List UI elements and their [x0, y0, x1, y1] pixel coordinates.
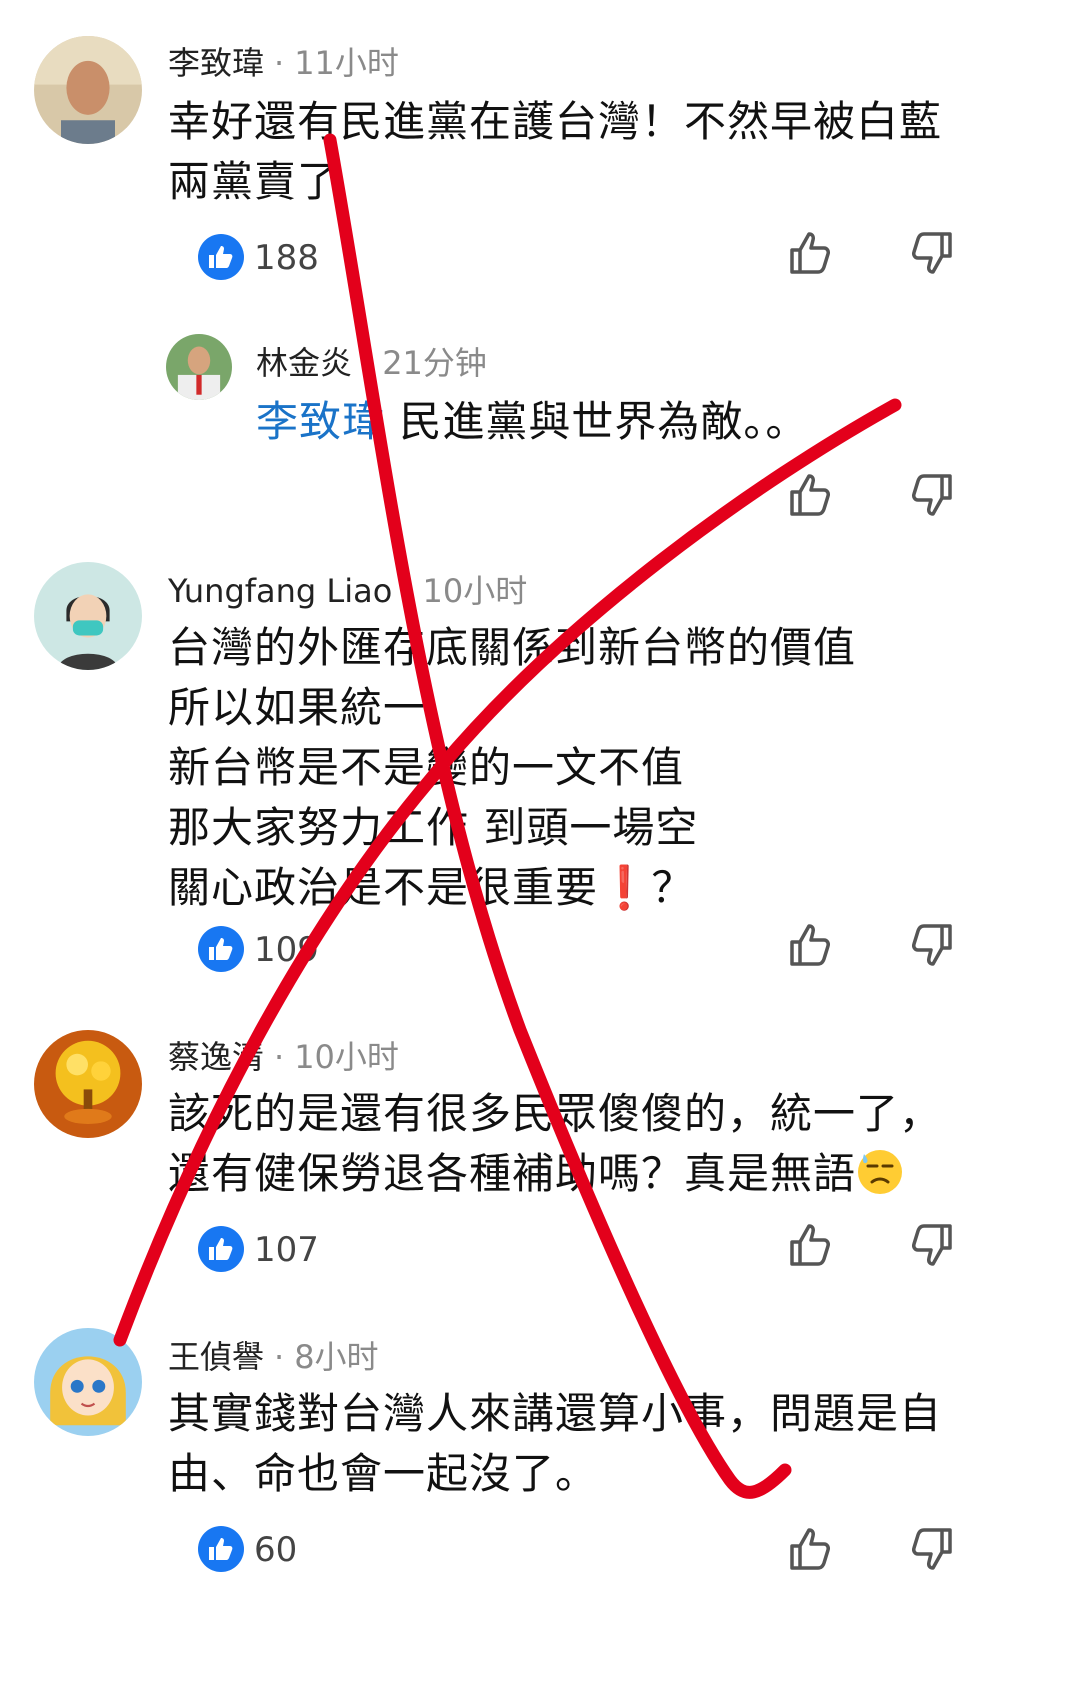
comment-line: 新台幣是不是變的一文不值: [168, 743, 685, 792]
mention-link[interactable]: 李致瑋: [256, 397, 385, 446]
comment-time: 8小时: [294, 1338, 379, 1376]
comment-meta: 李致瑋 · 11小时: [168, 44, 399, 82]
like-count: 60: [254, 1530, 298, 1570]
author-name[interactable]: Yungfang Liao: [168, 572, 392, 610]
red-exclamation-icon: ❗: [598, 863, 652, 912]
thumbs-up-badge-icon: [198, 234, 244, 280]
thumbs-up-outline-icon[interactable]: [786, 228, 836, 278]
avatar[interactable]: [34, 1328, 142, 1436]
thumbs-up-outline-icon[interactable]: [786, 1220, 836, 1270]
thumbs-up-outline-icon[interactable]: [786, 920, 836, 970]
comment-line-end: ？: [651, 863, 695, 912]
thumbs-down-outline-icon[interactable]: [906, 228, 956, 278]
comment-time: 21分钟: [382, 344, 487, 382]
comment-meta: 林金炎 · 21分钟: [256, 344, 487, 382]
comment-body: 李致瑋 民進黨與世界為敵。。: [256, 392, 808, 452]
avatar[interactable]: [34, 1030, 142, 1138]
avatar[interactable]: [34, 36, 142, 144]
comment-time: 10小时: [294, 1038, 399, 1076]
thumbs-down-outline-icon[interactable]: [906, 470, 956, 520]
thumbs-down-outline-icon[interactable]: [906, 1524, 956, 1574]
comment-line: 其實錢對台灣人來講還算小事，問題是自: [168, 1389, 943, 1438]
author-name[interactable]: 李致瑋: [168, 44, 264, 82]
author-name[interactable]: 王偵譽: [168, 1338, 264, 1376]
thumbs-up-badge-icon: [198, 926, 244, 972]
comment-meta: 蔡逸清 · 10小时: [168, 1038, 399, 1076]
comment-line: 所以如果統一: [168, 683, 427, 732]
comment-line: 幸好還有民進黨在護台灣！不然早被白藍: [168, 97, 943, 146]
comment-body: 幸好還有民進黨在護台灣！不然早被白藍 兩黨賣了: [168, 92, 942, 212]
comment-line: 由、命也會一起沒了。: [168, 1449, 599, 1498]
avatar[interactable]: [166, 334, 232, 400]
comment-line: 台灣的外匯存底關係到新台幣的價值: [168, 623, 857, 672]
thumbs-down-outline-icon[interactable]: [906, 1220, 956, 1270]
thumbs-up-outline-icon[interactable]: [786, 1524, 836, 1574]
comment-line: 關心政治是不是很重要: [168, 863, 599, 912]
comment-body: 其實錢對台灣人來講還算小事，問題是自 由、命也會一起沒了。: [168, 1384, 942, 1504]
thumbs-up-badge-icon: [198, 1226, 244, 1272]
like-count: 188: [254, 238, 319, 278]
comment-line: 還有健保勞退各種補助嗎？真是無語: [168, 1149, 857, 1198]
author-name[interactable]: 林金炎: [256, 344, 352, 382]
comment-body: 台灣的外匯存底關係到新台幣的價值 所以如果統一 新台幣是不是變的一文不值 那大家…: [168, 618, 856, 918]
comment-line: 民進黨與世界為敵。。: [399, 397, 809, 446]
comment-line: 那大家努力工作 到頭一場空: [168, 803, 699, 852]
like-count: 109: [254, 930, 319, 970]
comment-meta: 王偵譽 · 8小时: [168, 1338, 379, 1376]
thumbs-up-outline-icon[interactable]: [786, 470, 836, 520]
comment-meta: Yungfang Liao · 10小时: [168, 572, 528, 610]
like-count: 107: [254, 1230, 319, 1270]
thumbs-down-outline-icon[interactable]: [906, 920, 956, 970]
comment-body: 該死的是還有很多民眾傻傻的，統一了， 還有健保勞退各種補助嗎？真是無語: [168, 1084, 942, 1204]
comment-time: 10小时: [422, 572, 528, 610]
comment-time: 11小时: [294, 44, 399, 82]
comment-line: 該死的是還有很多民眾傻傻的，統一了，: [168, 1089, 943, 1138]
thumbs-up-badge-icon: [198, 1526, 244, 1572]
author-name[interactable]: 蔡逸清: [168, 1038, 264, 1076]
comment-line: 兩黨賣了: [168, 157, 341, 206]
avatar[interactable]: [34, 562, 142, 670]
downcast-sweat-emoji-icon: [858, 1150, 903, 1194]
